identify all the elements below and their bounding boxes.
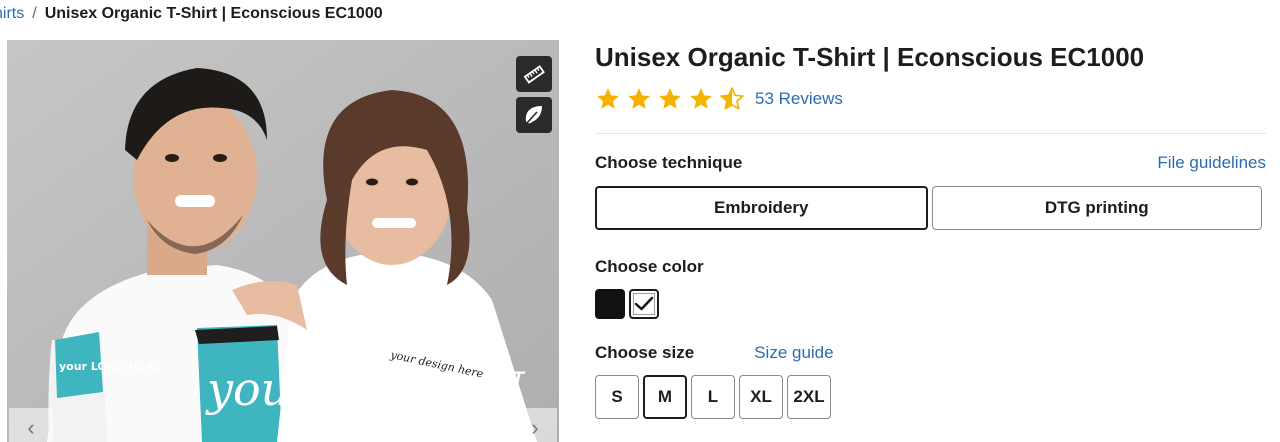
breadcrumb: hirts / Unisex Organic T-Shirt | Econsci…	[0, 4, 383, 24]
size-header: Choose size Size guide	[595, 343, 1266, 363]
technique-header: Choose technique File guidelines	[595, 153, 1266, 173]
size-xl-button[interactable]: XL	[739, 375, 783, 419]
size-2xl-button[interactable]: 2XL	[787, 375, 831, 419]
file-guidelines-link[interactable]: File guidelines	[1157, 153, 1266, 173]
color-label: Choose color	[595, 257, 704, 276]
sleeve-print-text: your LOGO HERE	[59, 360, 162, 373]
leaf-icon	[525, 106, 542, 124]
star-full-icon	[628, 88, 650, 109]
technique-embroidery-button[interactable]: Embroidery	[595, 186, 928, 230]
technique-dtg-button[interactable]: DTG printing	[931, 186, 1262, 230]
gallery-prev-button[interactable]: ‹	[9, 408, 53, 442]
star-full-icon	[690, 88, 712, 109]
product-title: Unisex Organic T-Shirt | Econscious EC10…	[595, 42, 1145, 72]
size-l-button[interactable]: L	[691, 375, 735, 419]
size-chart-button[interactable]	[516, 56, 552, 92]
star-full-icon	[597, 88, 619, 109]
ruler-icon	[523, 65, 545, 84]
technique-label: Choose technique	[595, 153, 743, 172]
product-image-gallery[interactable]: your DESIGN your LOGO HERE your design h…	[7, 40, 559, 442]
eco-info-button[interactable]	[516, 97, 552, 133]
star-full-icon	[659, 88, 681, 109]
size-guide-link[interactable]: Size guide	[754, 343, 833, 363]
color-header: Choose color	[595, 257, 1266, 277]
size-options: S M L XL 2XL	[595, 375, 1266, 419]
breadcrumb-separator: /	[32, 5, 37, 22]
reviews-link[interactable]: 53 Reviews	[755, 89, 843, 109]
technique-options: Embroidery DTG printing	[595, 186, 1262, 230]
size-label: Choose size	[595, 343, 695, 362]
size-m-button[interactable]: M	[643, 375, 687, 419]
size-s-button[interactable]: S	[595, 375, 639, 419]
product-photo: your DESIGN your LOGO HERE your design h…	[7, 40, 559, 442]
breadcrumb-current: Unisex Organic T-Shirt | Econscious EC10…	[44, 5, 383, 22]
star-half-icon	[720, 87, 744, 110]
divider	[595, 133, 1266, 134]
color-options	[595, 289, 1266, 319]
color-swatch-white[interactable]	[629, 289, 659, 319]
product-details-panel: Unisex Organic T-Shirt | Econscious EC10…	[595, 40, 1266, 419]
color-swatch-black[interactable]	[595, 289, 625, 319]
checkmark-icon	[634, 296, 654, 311]
gallery-next-button[interactable]: ›	[513, 408, 557, 442]
breadcrumb-parent-link[interactable]: hirts	[0, 5, 24, 23]
star-rating	[595, 86, 745, 112]
rating-row: 53 Reviews	[595, 85, 1266, 113]
